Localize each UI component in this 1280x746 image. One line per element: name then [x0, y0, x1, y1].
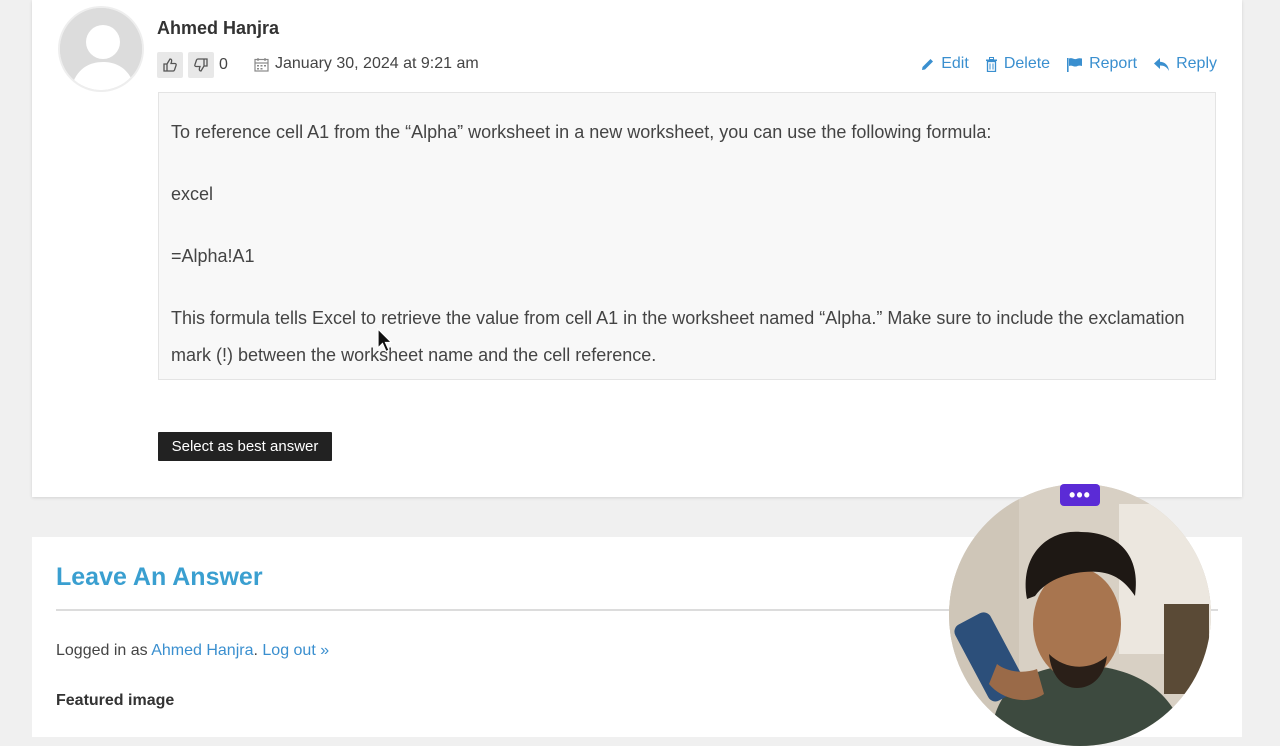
- report-button[interactable]: Report: [1066, 55, 1137, 73]
- delete-label: Delete: [1003, 55, 1051, 72]
- logged-in-prefix: Logged in as: [56, 642, 152, 659]
- webcam-overlay: [949, 484, 1211, 746]
- answer-date: January 30, 2024 at 9:21 am: [254, 55, 479, 73]
- answer-content: To reference cell A1 from the “Alpha” wo…: [158, 92, 1216, 380]
- pencil-icon: [922, 58, 934, 70]
- delete-button[interactable]: Delete: [985, 55, 1050, 73]
- answer-paragraph: To reference cell A1 from the “Alpha” wo…: [171, 122, 992, 142]
- select-best-answer-button[interactable]: Select as best answer: [158, 432, 332, 461]
- answer-form-title: Leave An Answer: [56, 563, 263, 591]
- downvote-button[interactable]: [188, 52, 214, 78]
- avatar-placeholder-icon: [60, 8, 142, 90]
- user-avatar: [58, 6, 144, 92]
- featured-image-label: Featured image: [56, 692, 175, 709]
- reply-button[interactable]: Reply: [1153, 55, 1217, 73]
- calendar-icon: [254, 57, 269, 72]
- logged-in-user-link[interactable]: Ahmed Hanjra: [151, 642, 253, 659]
- logged-in-notice: Logged in as Ahmed Hanjra. Log out »: [56, 642, 329, 660]
- upvote-button[interactable]: [157, 52, 183, 78]
- webcam-person-image: [949, 484, 1211, 746]
- edit-label: Edit: [941, 55, 969, 72]
- answer-code-line: =Alpha!A1: [171, 246, 255, 266]
- edit-button[interactable]: Edit: [920, 55, 969, 73]
- logout-link[interactable]: Log out »: [262, 642, 329, 659]
- logged-in-separator: .: [253, 642, 258, 659]
- answer-paragraph: This formula tells Excel to retrieve the…: [171, 308, 1185, 365]
- webcam-menu-button[interactable]: •••: [1060, 484, 1100, 506]
- trash-icon: [985, 56, 997, 72]
- answer-paragraph: excel: [171, 184, 214, 204]
- answer-actions: Edit Delete Report Reply: [920, 55, 1217, 73]
- answer-date-text: January 30, 2024 at 9:21 am: [275, 55, 479, 72]
- reply-label: Reply: [1176, 55, 1217, 72]
- answer-author-name[interactable]: Ahmed Hanjra: [157, 18, 279, 39]
- vote-count: 0: [219, 56, 228, 73]
- thumbs-down-icon: [194, 58, 208, 72]
- report-label: Report: [1089, 55, 1138, 72]
- mouse-cursor-icon: [377, 328, 393, 353]
- flag-icon: [1067, 57, 1083, 72]
- thumbs-up-icon: [163, 58, 177, 72]
- reply-icon: [1154, 57, 1170, 71]
